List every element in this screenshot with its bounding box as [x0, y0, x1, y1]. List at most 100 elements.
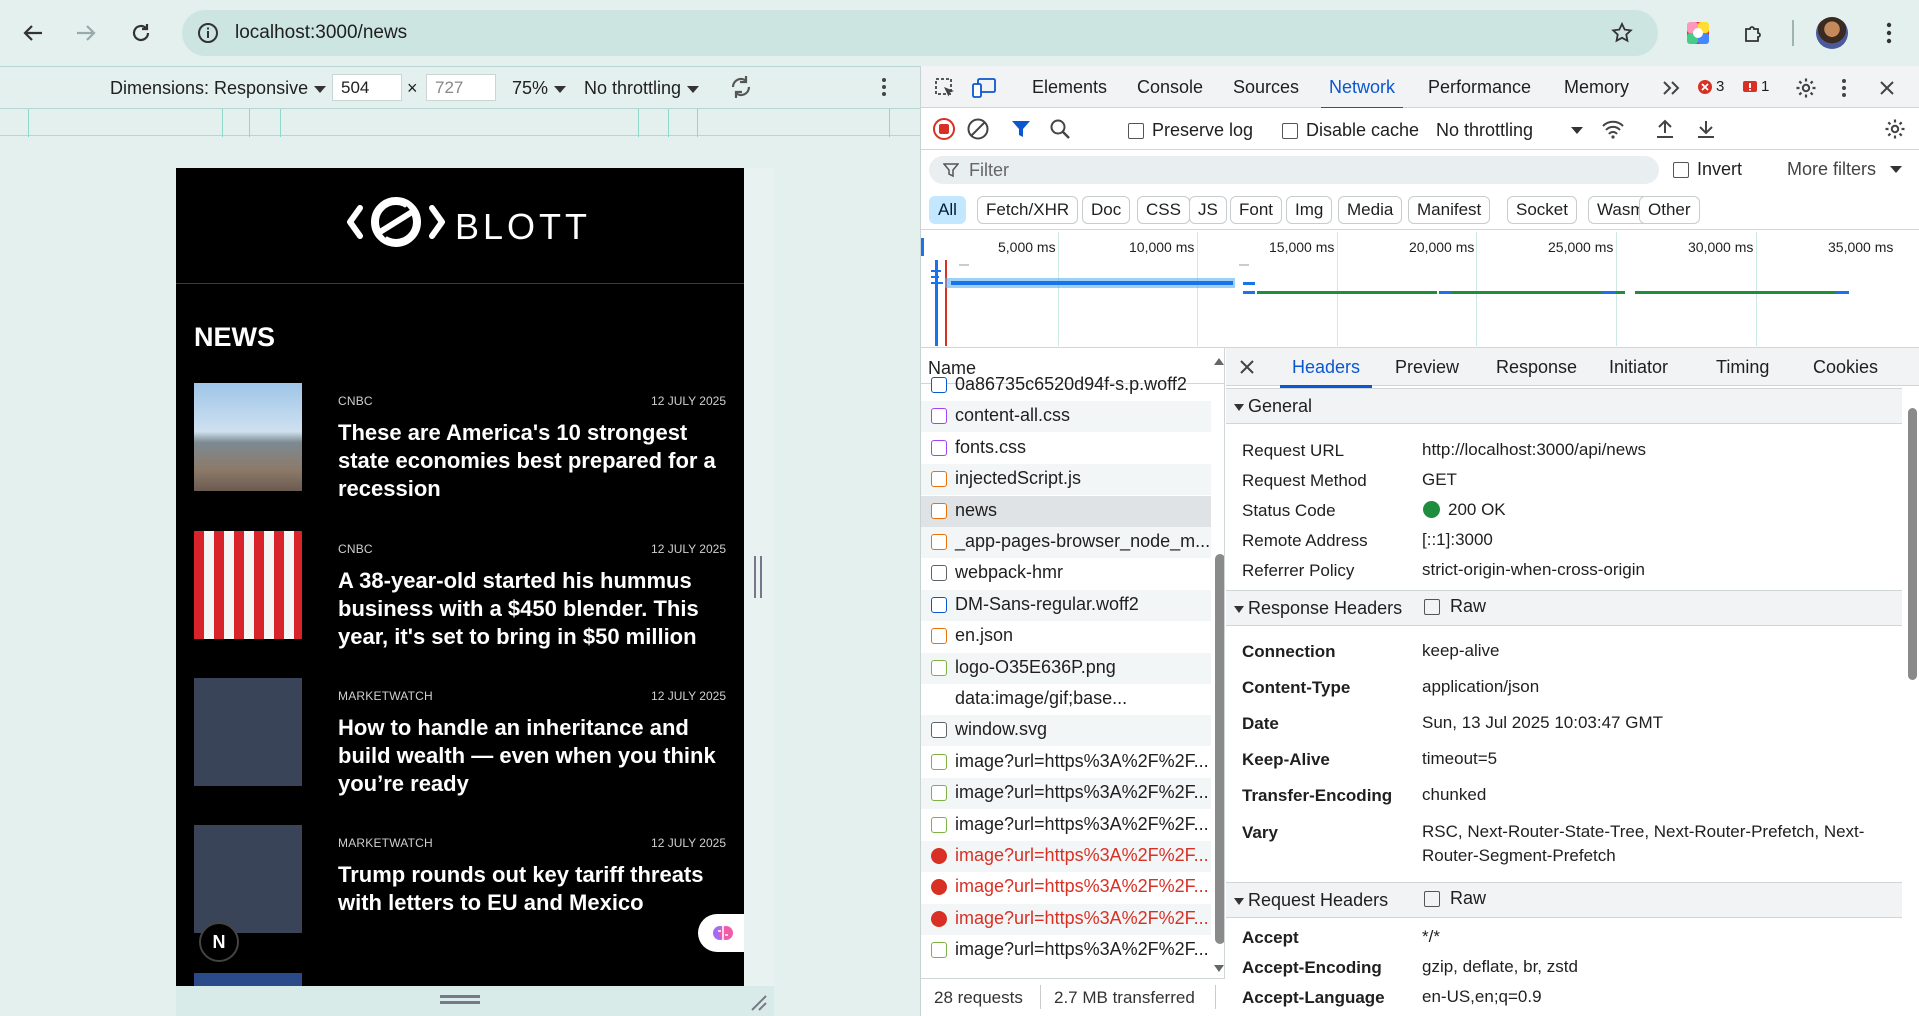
- tab-initiator[interactable]: Initiator: [1609, 357, 1668, 378]
- corner-resize-icon[interactable]: [750, 994, 768, 1012]
- error-count-badge[interactable]: 3: [1697, 78, 1724, 95]
- tab-memory[interactable]: Memory: [1564, 77, 1629, 98]
- request-row[interactable]: image?url=https%3A%2F%2F...: [921, 903, 1211, 935]
- dimensions-select[interactable]: Dimensions: Responsive: [110, 78, 327, 99]
- profile-avatar[interactable]: [1816, 17, 1848, 49]
- nextjs-dev-indicator[interactable]: N: [199, 922, 239, 962]
- search-icon[interactable]: [1047, 116, 1073, 142]
- type-filter-css[interactable]: CSS: [1137, 196, 1190, 224]
- viewport-height-input[interactable]: [426, 74, 496, 101]
- devtools-settings-gear-icon[interactable]: [1793, 75, 1819, 101]
- site-info-icon[interactable]: [196, 21, 220, 45]
- device-options-icon[interactable]: [881, 77, 887, 97]
- type-filter-font[interactable]: Font: [1230, 196, 1283, 224]
- network-overview-timeline[interactable]: 5,000 ms 10,000 ms 15,000 ms 20,000 ms 2…: [921, 230, 1919, 348]
- request-row[interactable]: news: [921, 495, 1211, 527]
- issues-count-badge[interactable]: 1: [1742, 78, 1769, 95]
- request-row[interactable]: fonts.css: [921, 433, 1211, 464]
- scroll-down-arrow-icon[interactable]: [1213, 964, 1225, 974]
- request-row[interactable]: data:image/gif;base...: [921, 684, 1211, 715]
- record-stop-icon[interactable]: [931, 116, 957, 142]
- type-filter-img[interactable]: Img: [1286, 196, 1333, 224]
- news-title[interactable]: A 38-year-old started his hummus busines…: [338, 567, 728, 651]
- response-raw-checkbox[interactable]: Raw: [1424, 596, 1486, 617]
- tab-response[interactable]: Response: [1496, 357, 1577, 378]
- bookmark-star-icon[interactable]: [1610, 21, 1634, 45]
- type-filter-doc[interactable]: Doc: [1082, 196, 1131, 224]
- preserve-log-checkbox[interactable]: Preserve log: [1128, 120, 1253, 141]
- news-card[interactable]: CNBC 12 JULY 2025 A 38-year-old started …: [194, 531, 726, 661]
- invert-checkbox[interactable]: Invert: [1673, 159, 1742, 180]
- request-row[interactable]: window.svg: [921, 715, 1211, 747]
- zoom-select[interactable]: 75%: [512, 78, 567, 99]
- disable-cache-checkbox[interactable]: Disable cache: [1282, 120, 1419, 141]
- tab-cookies[interactable]: Cookies: [1813, 357, 1878, 378]
- type-filter-manifest[interactable]: Manifest: [1408, 196, 1491, 224]
- type-filter-fetch-xhr[interactable]: Fetch/XHR: [977, 196, 1079, 224]
- news-title[interactable]: Trump rounds out key tariff threats with…: [338, 861, 728, 917]
- tab-elements[interactable]: Elements: [1032, 77, 1107, 98]
- request-row[interactable]: 0a86735c6520d94f-s.p.woff2: [921, 370, 1211, 401]
- tab-performance[interactable]: Performance: [1428, 77, 1531, 98]
- viewport-width-resize-handle[interactable]: [754, 556, 762, 598]
- height-resize-grip[interactable]: [440, 995, 480, 998]
- tab-headers[interactable]: Headers: [1279, 357, 1373, 388]
- type-filter-media[interactable]: Media: [1338, 196, 1403, 224]
- request-raw-checkbox[interactable]: Raw: [1424, 888, 1486, 909]
- network-conditions-wifi-icon[interactable]: [1600, 116, 1626, 142]
- tab-preview[interactable]: Preview: [1395, 357, 1459, 378]
- general-section-header[interactable]: General: [1226, 388, 1902, 424]
- more-tabs-chevron-icon[interactable]: [1659, 75, 1685, 101]
- request-list-scrollbar[interactable]: [1213, 384, 1224, 978]
- viewport-width-input[interactable]: [332, 74, 402, 101]
- forward-button[interactable]: [67, 14, 105, 52]
- request-row[interactable]: en.json: [921, 621, 1211, 652]
- request-row[interactable]: logo-O35E636P.png: [921, 652, 1211, 684]
- request-headers-section-header[interactable]: Request Headers: [1226, 882, 1902, 918]
- tab-timing[interactable]: Timing: [1716, 357, 1769, 378]
- request-row[interactable]: image?url=https%3A%2F%2F...: [921, 810, 1211, 841]
- news-card[interactable]: CNBC 12 JULY 2025 These are America's 10…: [194, 383, 726, 513]
- details-scrollbar[interactable]: [1906, 388, 1918, 1016]
- sort-caret-up-icon[interactable]: [1213, 356, 1225, 366]
- viewport-height-resize-strip[interactable]: [176, 986, 774, 1016]
- filter-funnel-icon[interactable]: [1008, 116, 1034, 142]
- devtools-menu-icon[interactable]: [1831, 75, 1857, 101]
- request-row[interactable]: image?url=https%3A%2F%2F...: [921, 841, 1211, 872]
- close-devtools-icon[interactable]: [1874, 75, 1900, 101]
- request-row[interactable]: image?url=https%3A%2F%2F...: [921, 935, 1211, 966]
- close-details-icon[interactable]: [1234, 354, 1260, 380]
- back-button[interactable]: [14, 14, 52, 52]
- tab-sources[interactable]: Sources: [1233, 77, 1299, 98]
- type-filter-all[interactable]: All: [929, 196, 966, 224]
- export-har-download-icon[interactable]: [1693, 116, 1719, 142]
- request-row[interactable]: DM-Sans-regular.woff2: [921, 589, 1211, 621]
- type-filter-js[interactable]: JS: [1189, 196, 1227, 224]
- url-text[interactable]: localhost:3000/news: [235, 22, 407, 44]
- request-row[interactable]: image?url=https%3A%2F%2F...: [921, 872, 1211, 903]
- request-row[interactable]: content-all.css: [921, 401, 1211, 433]
- type-filter-socket[interactable]: Socket: [1507, 196, 1577, 224]
- request-row[interactable]: _app-pages-browser_node_m...: [921, 527, 1211, 558]
- response-headers-section-header[interactable]: Response Headers: [1226, 590, 1902, 626]
- type-filter-other[interactable]: Other: [1639, 196, 1700, 224]
- blott-logo-icon[interactable]: [346, 192, 446, 252]
- device-toggle-icon[interactable]: [971, 75, 997, 101]
- request-row[interactable]: image?url=https%3A%2F%2F...: [921, 778, 1211, 810]
- import-har-upload-icon[interactable]: [1652, 116, 1678, 142]
- network-settings-gear-icon[interactable]: [1882, 116, 1908, 142]
- tab-network[interactable]: Network: [1320, 77, 1404, 110]
- news-card[interactable]: MARKETWATCH 12 JULY 2025 Trump rounds ou…: [194, 825, 726, 955]
- site-wordmark[interactable]: BLOTT: [455, 206, 591, 248]
- network-throttling-select[interactable]: No throttling: [1436, 120, 1584, 141]
- tab-console[interactable]: Console: [1137, 77, 1203, 98]
- extensions-puzzle-icon[interactable]: [1735, 14, 1773, 52]
- request-row[interactable]: injectedScript.js: [921, 464, 1211, 496]
- news-title[interactable]: How to handle an inheritance and build w…: [338, 714, 728, 798]
- rotate-icon[interactable]: [727, 73, 755, 101]
- reload-button[interactable]: [122, 14, 160, 52]
- device-throttling-select[interactable]: No throttling: [584, 78, 700, 99]
- more-filters-dropdown[interactable]: More filters: [1787, 159, 1903, 180]
- color-extension-icon[interactable]: [1679, 14, 1717, 52]
- browser-menu-icon[interactable]: [1870, 14, 1908, 52]
